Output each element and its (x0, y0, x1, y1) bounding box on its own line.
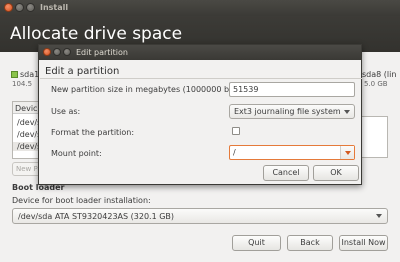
bootloader-device-value: /dev/sda ATA ST9320423AS (320.1 GB) (18, 212, 175, 221)
dialog-minimize-button[interactable] (53, 48, 61, 56)
ok-button[interactable]: OK (313, 165, 359, 181)
table-row[interactable]: /dev/s (13, 142, 41, 151)
bootloader-device-select[interactable]: /dev/sda ATA ST9320423AS (320.1 GB) (12, 208, 388, 224)
partition-legend-label: sda1 (20, 70, 40, 79)
format-partition-label: Format the partition: (51, 128, 135, 137)
use-as-select[interactable]: Ext3 journaling file system (229, 104, 355, 119)
chevron-down-icon (376, 214, 382, 218)
page-title: Allocate drive space (10, 24, 183, 44)
dialog-titlebar: Edit partition (39, 45, 361, 60)
partition-legend-size: 5.0 GB (364, 80, 388, 88)
mount-point-value: / (233, 148, 236, 157)
dialog-title: Edit partition (76, 48, 128, 57)
bootloader-device-label: Device for boot loader installation: (12, 196, 151, 205)
chevron-down-icon (345, 151, 351, 155)
partition-legend-label: sda8 (lin (362, 70, 397, 79)
window-close-button[interactable] (4, 3, 13, 12)
cancel-button[interactable]: Cancel (263, 165, 309, 181)
dialog-close-button[interactable] (43, 48, 51, 56)
partition-table[interactable]: Device /dev/s /dev/s /dev/s (12, 101, 42, 159)
mount-point-label: Mount point: (51, 149, 102, 158)
dialog-maximize-button[interactable] (63, 48, 71, 56)
window-title: Install (40, 3, 69, 12)
window-maximize-button[interactable] (26, 3, 35, 12)
partition-size-label: New partition size in megabytes (1000000… (51, 85, 252, 94)
partition-size-input[interactable]: 51539 (229, 82, 355, 97)
window-minimize-button[interactable] (15, 3, 24, 12)
partition-table-right-edge (362, 116, 388, 158)
back-button[interactable]: Back (287, 235, 333, 251)
quit-button[interactable]: Quit (232, 235, 281, 251)
column-header-device[interactable]: Device (13, 102, 42, 114)
chevron-down-icon (344, 110, 350, 114)
install-now-button[interactable]: Install Now (339, 235, 388, 251)
use-as-label: Use as: (51, 107, 81, 116)
use-as-value: Ext3 journaling file system (234, 107, 341, 116)
partition-color-swatch (11, 71, 18, 78)
format-partition-checkbox[interactable] (232, 127, 240, 135)
divider (40, 78, 362, 79)
dialog-heading: Edit a partition (45, 66, 120, 77)
mount-point-combobox[interactable]: / (229, 145, 355, 160)
window-titlebar: Install (0, 0, 400, 16)
mount-point-dropdown-button[interactable] (340, 146, 354, 159)
edit-partition-dialog: Edit partition Edit a partition New part… (38, 44, 362, 185)
partition-legend-size: 104.5 (12, 80, 33, 88)
